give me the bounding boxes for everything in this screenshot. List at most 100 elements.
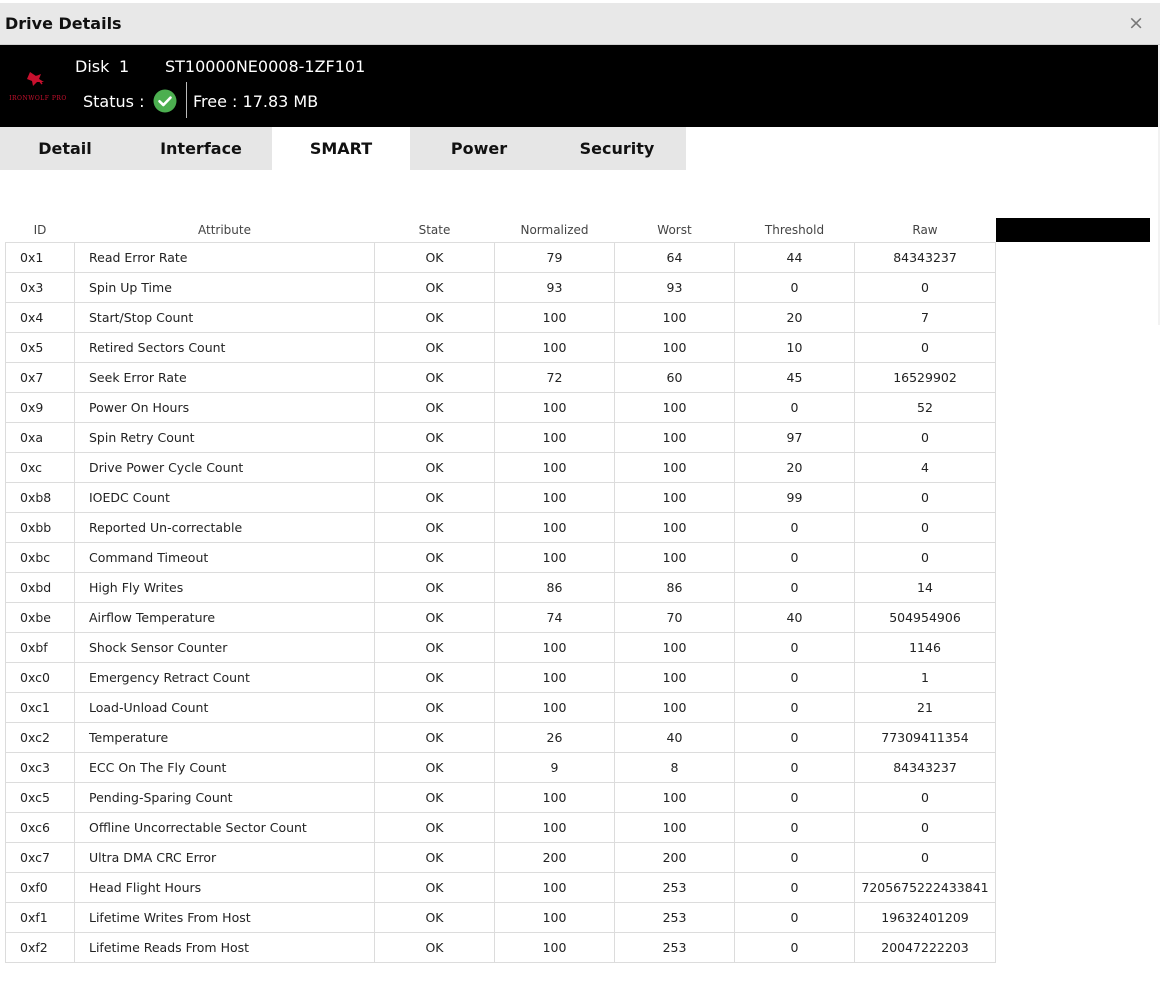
table-row[interactable]: 0xc3 ECC On The Fly Count OK 9 8 0 84343237 [5,751,996,783]
title-bar: Drive Details × [0,3,1160,45]
cell-raw: 16529902 [854,361,996,393]
cell-worst: 200 [614,841,735,873]
tab-smart[interactable]: SMART [272,127,410,170]
cell-raw: 52 [854,391,996,423]
table-row[interactable]: 0x5 Retired Sectors Count OK 100 100 10 0 [5,331,996,363]
table-header-row: ID Attribute State Normalized Worst Thre… [5,218,996,243]
cell-attribute: Pending-Sparing Count [74,781,375,813]
table-row[interactable]: 0x1 Read Error Rate OK 79 64 44 84343237 [5,241,996,273]
cell-threshold: 0 [734,541,855,573]
tab-detail[interactable]: Detail [0,127,130,170]
header-threshold[interactable]: Threshold [734,218,855,243]
table-row[interactable]: 0xa Spin Retry Count OK 100 100 97 0 [5,421,996,453]
cell-attribute: Ultra DMA CRC Error [74,841,375,873]
cell-worst: 253 [614,871,735,903]
cell-threshold: 0 [734,391,855,423]
cell-threshold: 0 [734,721,855,753]
table-row[interactable]: 0xc0 Emergency Retract Count OK 100 100 0 1 [5,661,996,693]
table-row[interactable]: 0xbb Reported Un-correctable OK 100 100 0 0 [5,511,996,543]
cell-raw: 0 [854,511,996,543]
cell-attribute: Offline Uncorrectable Sector Count [74,811,375,843]
table-row[interactable]: 0xc1 Load-Unload Count OK 100 100 0 21 [5,691,996,723]
table-row[interactable]: 0xc7 Ultra DMA CRC Error OK 200 200 0 0 [5,841,996,873]
cell-threshold: 97 [734,421,855,453]
cell-state: OK [374,301,495,333]
cell-threshold: 44 [734,241,855,273]
cell-attribute: Power On Hours [74,391,375,423]
header-state[interactable]: State [374,218,495,243]
cell-raw: 4 [854,451,996,483]
cell-attribute: Spin Retry Count [74,421,375,453]
cell-worst: 100 [614,421,735,453]
close-icon[interactable]: × [1128,12,1144,34]
tab-security[interactable]: Security [548,127,686,170]
table-row[interactable]: 0xb8 IOEDC Count OK 100 100 99 0 [5,481,996,513]
cell-id: 0xf2 [5,931,75,963]
cell-normalized: 100 [494,481,615,513]
cell-state: OK [374,841,495,873]
cell-id: 0xf1 [5,901,75,933]
cell-id: 0xb8 [5,481,75,513]
cell-normalized: 100 [494,451,615,483]
header-raw[interactable]: Raw [854,218,996,243]
cell-normalized: 100 [494,691,615,723]
table-row[interactable]: 0xc2 Temperature OK 26 40 0 77309411354 [5,721,996,753]
cell-state: OK [374,721,495,753]
cell-state: OK [374,571,495,603]
table-row[interactable]: 0xc6 Offline Uncorrectable Sector Count OK… [5,811,996,843]
table-row[interactable]: 0xbd High Fly Writes OK 86 86 0 14 [5,571,996,603]
svg-text:IRONWOLF PRO: IRONWOLF PRO [9,95,67,102]
header-id[interactable]: ID [5,218,75,243]
cell-state: OK [374,421,495,453]
table-row[interactable]: 0xbc Command Timeout OK 100 100 0 0 [5,541,996,573]
cell-worst: 100 [614,541,735,573]
cell-worst: 60 [614,361,735,393]
cell-raw: 7 [854,301,996,333]
header-normalized[interactable]: Normalized [494,218,615,243]
table-row[interactable]: 0xf2 Lifetime Reads From Host OK 100 253 0 200… [5,931,996,963]
cell-normalized: 72 [494,361,615,393]
table-row[interactable]: 0x9 Power On Hours OK 100 100 0 52 [5,391,996,423]
cell-raw: 1 [854,661,996,693]
cell-attribute: Temperature [74,721,375,753]
cell-normalized: 100 [494,301,615,333]
cell-id: 0x3 [5,271,75,303]
table-row[interactable]: 0x7 Seek Error Rate OK 72 60 45 16529902 [5,361,996,393]
cell-id: 0x4 [5,301,75,333]
cell-raw: 84343237 [854,751,996,783]
table-row[interactable]: 0x3 Spin Up Time OK 93 93 0 0 [5,271,996,303]
cell-id: 0xc2 [5,721,75,753]
disk-model: ST10000NE0008-1ZF101 [165,57,366,76]
table-row[interactable]: 0xc5 Pending-Sparing Count OK 100 100 0 0 [5,781,996,813]
cell-state: OK [374,271,495,303]
table-row[interactable]: 0xf0 Head Flight Hours OK 100 253 0 7205675222… [5,871,996,903]
cell-normalized: 100 [494,421,615,453]
table-row[interactable]: 0xc Drive Power Cycle Count OK 100 100 20 4 [5,451,996,483]
header-attribute[interactable]: Attribute [74,218,375,243]
smart-table: ID Attribute State Normalized Worst Thre… [5,218,996,963]
table-row[interactable]: 0xbf Shock Sensor Counter OK 100 100 0 1146 [5,631,996,663]
cell-raw: 0 [854,481,996,513]
table-row[interactable]: 0xbe Airflow Temperature OK 74 70 40 504954906 [5,601,996,633]
cell-threshold: 40 [734,601,855,633]
cell-raw: 1146 [854,631,996,663]
cell-id: 0x7 [5,361,75,393]
tab-interface[interactable]: Interface [130,127,272,170]
cell-attribute: Seek Error Rate [74,361,375,393]
table-row[interactable]: 0xf1 Lifetime Writes From Host OK 100 253 0 19… [5,901,996,933]
cell-state: OK [374,481,495,513]
cell-normalized: 9 [494,751,615,783]
cell-normalized: 100 [494,511,615,543]
cell-threshold: 45 [734,361,855,393]
disk-label: Disk [75,57,110,76]
tab-power[interactable]: Power [410,127,548,170]
table-row[interactable]: 0x4 Start/Stop Count OK 100 100 20 7 [5,301,996,333]
cell-state: OK [374,871,495,903]
cell-attribute: Reported Un-correctable [74,511,375,543]
cell-normalized: 100 [494,781,615,813]
cell-worst: 100 [614,661,735,693]
header-worst[interactable]: Worst [614,218,735,243]
cell-state: OK [374,241,495,273]
cell-state: OK [374,751,495,783]
smart-table-container: ID Attribute State Normalized Worst Thre… [5,218,996,963]
